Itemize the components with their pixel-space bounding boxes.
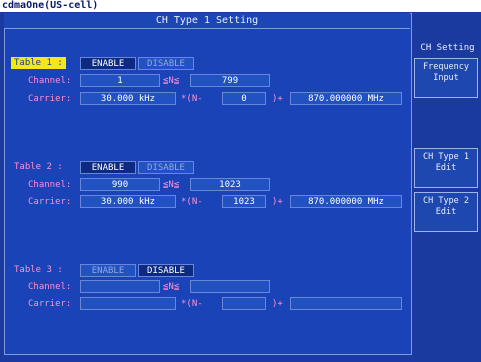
- table3-plus-symbol: )+: [272, 299, 283, 309]
- softkey-label-line1: CH Type 1: [422, 152, 470, 162]
- panel-title: CH Type 1 Setting: [4, 13, 410, 29]
- softkey-header: CH Setting: [420, 43, 475, 53]
- softkey-label-line2: Edit: [435, 207, 457, 217]
- frequency-input-softkey[interactable]: Frequency Input: [414, 58, 478, 98]
- table1-channel-max-field[interactable]: 799: [190, 74, 270, 87]
- table3-spacing-field[interactable]: [80, 297, 176, 310]
- table1-disable-option[interactable]: DISABLE: [138, 57, 194, 70]
- table3-disable-option[interactable]: DISABLE: [138, 264, 194, 277]
- table1-enable-option[interactable]: ENABLE: [80, 57, 136, 70]
- table2-range-symbol: ≦N≦: [163, 180, 180, 190]
- window-title: cdmaOne(US-cell): [0, 0, 481, 12]
- table3-channel-min-field[interactable]: [80, 280, 160, 293]
- table3-title: Table 3 :: [14, 265, 63, 275]
- table3-range-symbol: ≦N≦: [163, 282, 180, 292]
- table1-range-symbol: ≦N≦: [163, 76, 180, 86]
- table2-plus-symbol: )+: [272, 197, 283, 207]
- table3-base-frequency-field[interactable]: [290, 297, 402, 310]
- table3-channel-label: Channel:: [28, 282, 72, 292]
- table2-spacing-field[interactable]: 30.000 kHz: [80, 195, 176, 208]
- softkey-label-line2: Edit: [435, 163, 457, 173]
- softkey-label-line1: CH Type 2: [422, 196, 470, 206]
- table1-channel-min-field[interactable]: 1: [80, 74, 160, 87]
- table2-channel-label: Channel:: [28, 180, 72, 190]
- table2-offset-field[interactable]: 1023: [222, 195, 266, 208]
- table1-plus-symbol: )+: [272, 94, 283, 104]
- table2-channel-min-field[interactable]: 990: [80, 178, 160, 191]
- table1-title: Table 1 :: [11, 57, 66, 69]
- table2-multiply-symbol: *(N-: [181, 197, 203, 207]
- ch-type1-edit-softkey[interactable]: CH Type 1 Edit: [414, 148, 478, 188]
- table2-disable-option[interactable]: DISABLE: [138, 161, 194, 174]
- table2-base-frequency-field[interactable]: 870.000000 MHz: [290, 195, 402, 208]
- table3-multiply-symbol: *(N-: [181, 299, 203, 309]
- table3-offset-field[interactable]: [222, 297, 266, 310]
- ch-type2-edit-softkey[interactable]: CH Type 2 Edit: [414, 192, 478, 232]
- table3-carrier-label: Carrier:: [28, 299, 72, 309]
- table3-enable-option[interactable]: ENABLE: [80, 264, 136, 277]
- table1-base-frequency-field[interactable]: 870.000000 MHz: [290, 92, 402, 105]
- softkey-label-line2: Input: [433, 73, 459, 83]
- table2-enable-option[interactable]: ENABLE: [80, 161, 136, 174]
- table1-carrier-label: Carrier:: [28, 94, 72, 104]
- softkey-label-line1: Frequency: [422, 62, 470, 72]
- table1-offset-field[interactable]: 0: [222, 92, 266, 105]
- table1-multiply-symbol: *(N-: [181, 94, 203, 104]
- table2-title: Table 2 :: [14, 162, 63, 172]
- table1-spacing-field[interactable]: 30.000 kHz: [80, 92, 176, 105]
- table3-channel-max-field[interactable]: [190, 280, 270, 293]
- table2-carrier-label: Carrier:: [28, 197, 72, 207]
- table1-channel-label: Channel:: [28, 76, 72, 86]
- table2-channel-max-field[interactable]: 1023: [190, 178, 270, 191]
